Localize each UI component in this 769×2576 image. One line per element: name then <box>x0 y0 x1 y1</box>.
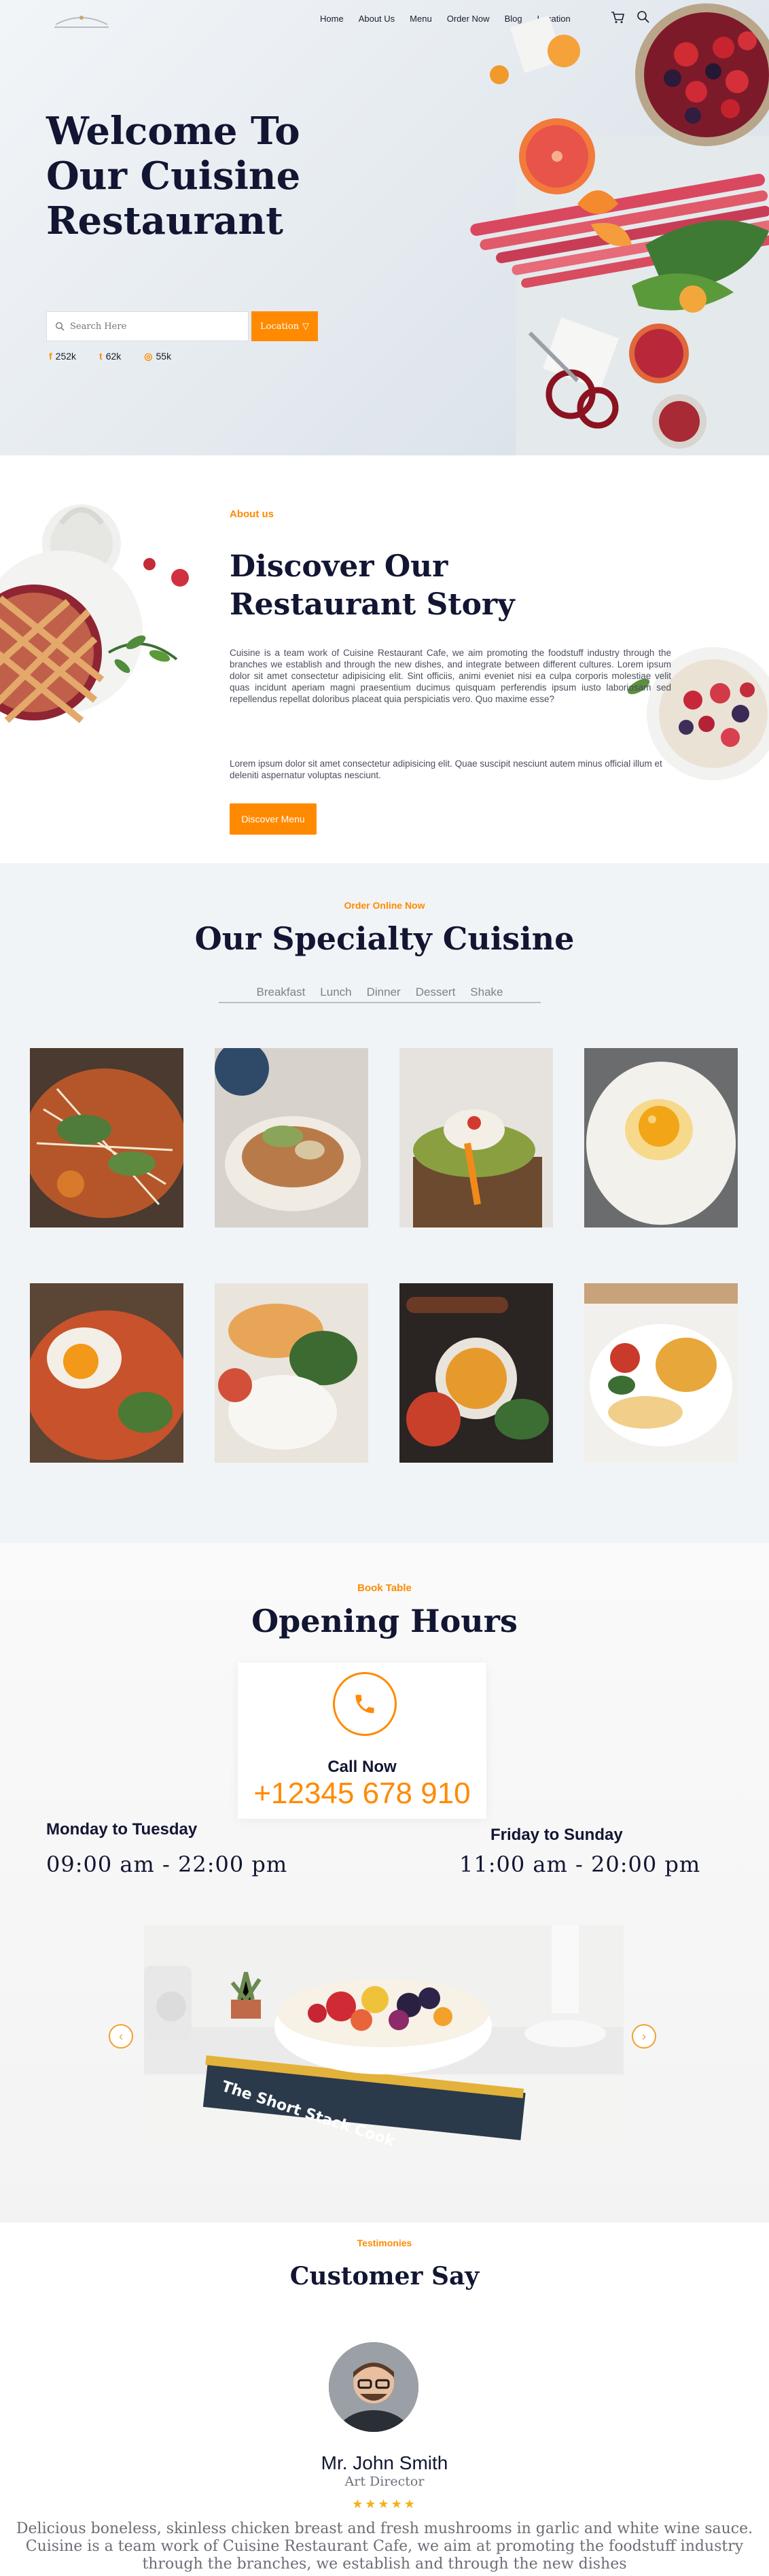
hero-section: Home About Us Menu Order Now Blog Locati… <box>0 0 769 455</box>
star-rating: ★★★★★ <box>352 2497 417 2511</box>
salad-bowl-slide-image: The Short Stack Cook <box>144 1925 624 2146</box>
dish-image[interactable] <box>215 1048 368 1228</box>
hero-search-box[interactable] <box>46 311 249 341</box>
phone-button[interactable] <box>333 1672 397 1736</box>
chevron-right-icon: › <box>642 2029 646 2043</box>
location-button-label: Location <box>260 321 300 332</box>
chevron-down-icon: ▽ <box>302 321 310 332</box>
slider-prev-button[interactable]: ‹ <box>109 2024 133 2049</box>
specialty-eyebrow: Order Online Now <box>344 900 425 911</box>
slider-next-button[interactable]: › <box>632 2024 656 2049</box>
phone-number[interactable]: +12345 678 910 <box>238 1777 486 1811</box>
call-now-label: Call Now <box>327 1758 397 1776</box>
dish-image[interactable] <box>584 1283 738 1463</box>
testimonials-section: Testimonies Customer Say Mr. John Smith … <box>0 2223 769 2576</box>
facebook-count: 252k <box>55 351 77 362</box>
social-facebook[interactable]: f 252k <box>49 351 76 362</box>
dish-image[interactable] <box>30 1048 183 1228</box>
discover-menu-button[interactable]: Discover Menu <box>230 803 317 835</box>
about-title: Discover Our Restaurant Story <box>230 549 515 622</box>
logo[interactable] <box>49 10 114 33</box>
nav-menu[interactable]: Menu <box>402 12 440 26</box>
search-input[interactable] <box>70 321 233 332</box>
social-stats: f 252k t 62k ◎ 55k <box>49 351 171 362</box>
tab-lunch[interactable]: Lunch <box>312 986 359 999</box>
tab-shake[interactable]: Shake <box>463 986 510 999</box>
about-section: About us Discover Our Restaurant Story C… <box>0 455 769 863</box>
about-paragraph-2: Lorem ipsum dolor sit amet consectetur a… <box>230 759 662 780</box>
testimonial-quote: Delicious boneless, skinless chicken bre… <box>16 2520 753 2573</box>
dish-image[interactable] <box>399 1283 553 1463</box>
facebook-icon: f <box>49 351 52 362</box>
dish-image[interactable] <box>215 1283 368 1463</box>
opening-hours-section: Book Table Opening Hours Call Now +12345… <box>0 1543 769 2223</box>
tab-dinner[interactable]: Dinner <box>359 986 408 999</box>
twitter-count: 62k <box>105 351 122 362</box>
avatar <box>329 2342 418 2432</box>
search-icon <box>55 321 65 331</box>
pie-food-image <box>0 504 189 723</box>
dish-image[interactable] <box>30 1283 183 1463</box>
weekday-hours: 09:00 am - 22:00 pm <box>46 1851 288 1877</box>
hours-eyebrow: Book Table <box>357 1582 412 1594</box>
social-instagram[interactable]: ◎ 55k <box>144 351 171 362</box>
weekday-label: Monday to Tuesday <box>46 1820 198 1839</box>
instagram-icon: ◎ <box>144 351 153 362</box>
weekend-label: Friday to Sunday <box>490 1826 623 1844</box>
hero-title: Welcome To Our Cuisine Restaurant <box>46 109 301 243</box>
about-eyebrow: About us <box>230 508 274 520</box>
instagram-count: 55k <box>156 351 172 362</box>
about-paragraph-1: Cuisine is a team work of Cuisine Restau… <box>230 648 671 704</box>
menu-category-tabs: Breakfast Lunch Dinner Dessert Shake <box>219 986 541 1003</box>
specialty-section: Order Online Now Our Specialty Cuisine B… <box>0 863 769 1543</box>
testimonial-role: Art Director <box>344 2474 425 2489</box>
tab-dessert[interactable]: Dessert <box>408 986 463 999</box>
weekend-hours: 11:00 am - 20:00 pm <box>459 1851 701 1877</box>
location-button[interactable]: Location ▽ <box>251 311 318 341</box>
twitter-icon: t <box>99 351 103 362</box>
nav-about-us[interactable]: About Us <box>351 12 402 26</box>
testimonials-eyebrow: Testimonies <box>357 2238 412 2248</box>
hours-title: Opening Hours <box>251 1603 518 1639</box>
nav-home[interactable]: Home <box>312 12 351 26</box>
call-box: Call Now +12345 678 910 <box>238 1663 486 1819</box>
dish-image[interactable] <box>399 1048 553 1228</box>
tab-breakfast[interactable]: Breakfast <box>249 986 312 999</box>
specialty-title: Our Specialty Cuisine <box>194 920 575 957</box>
social-twitter[interactable]: t 62k <box>99 351 121 362</box>
phone-icon <box>355 1694 374 1713</box>
dish-image[interactable] <box>584 1048 738 1228</box>
testimonial-name: Mr. John Smith <box>321 2452 448 2473</box>
hero-food-image <box>470 3 769 455</box>
chevron-left-icon: ‹ <box>119 2029 123 2043</box>
testimonials-title: Customer Say <box>289 2262 480 2291</box>
